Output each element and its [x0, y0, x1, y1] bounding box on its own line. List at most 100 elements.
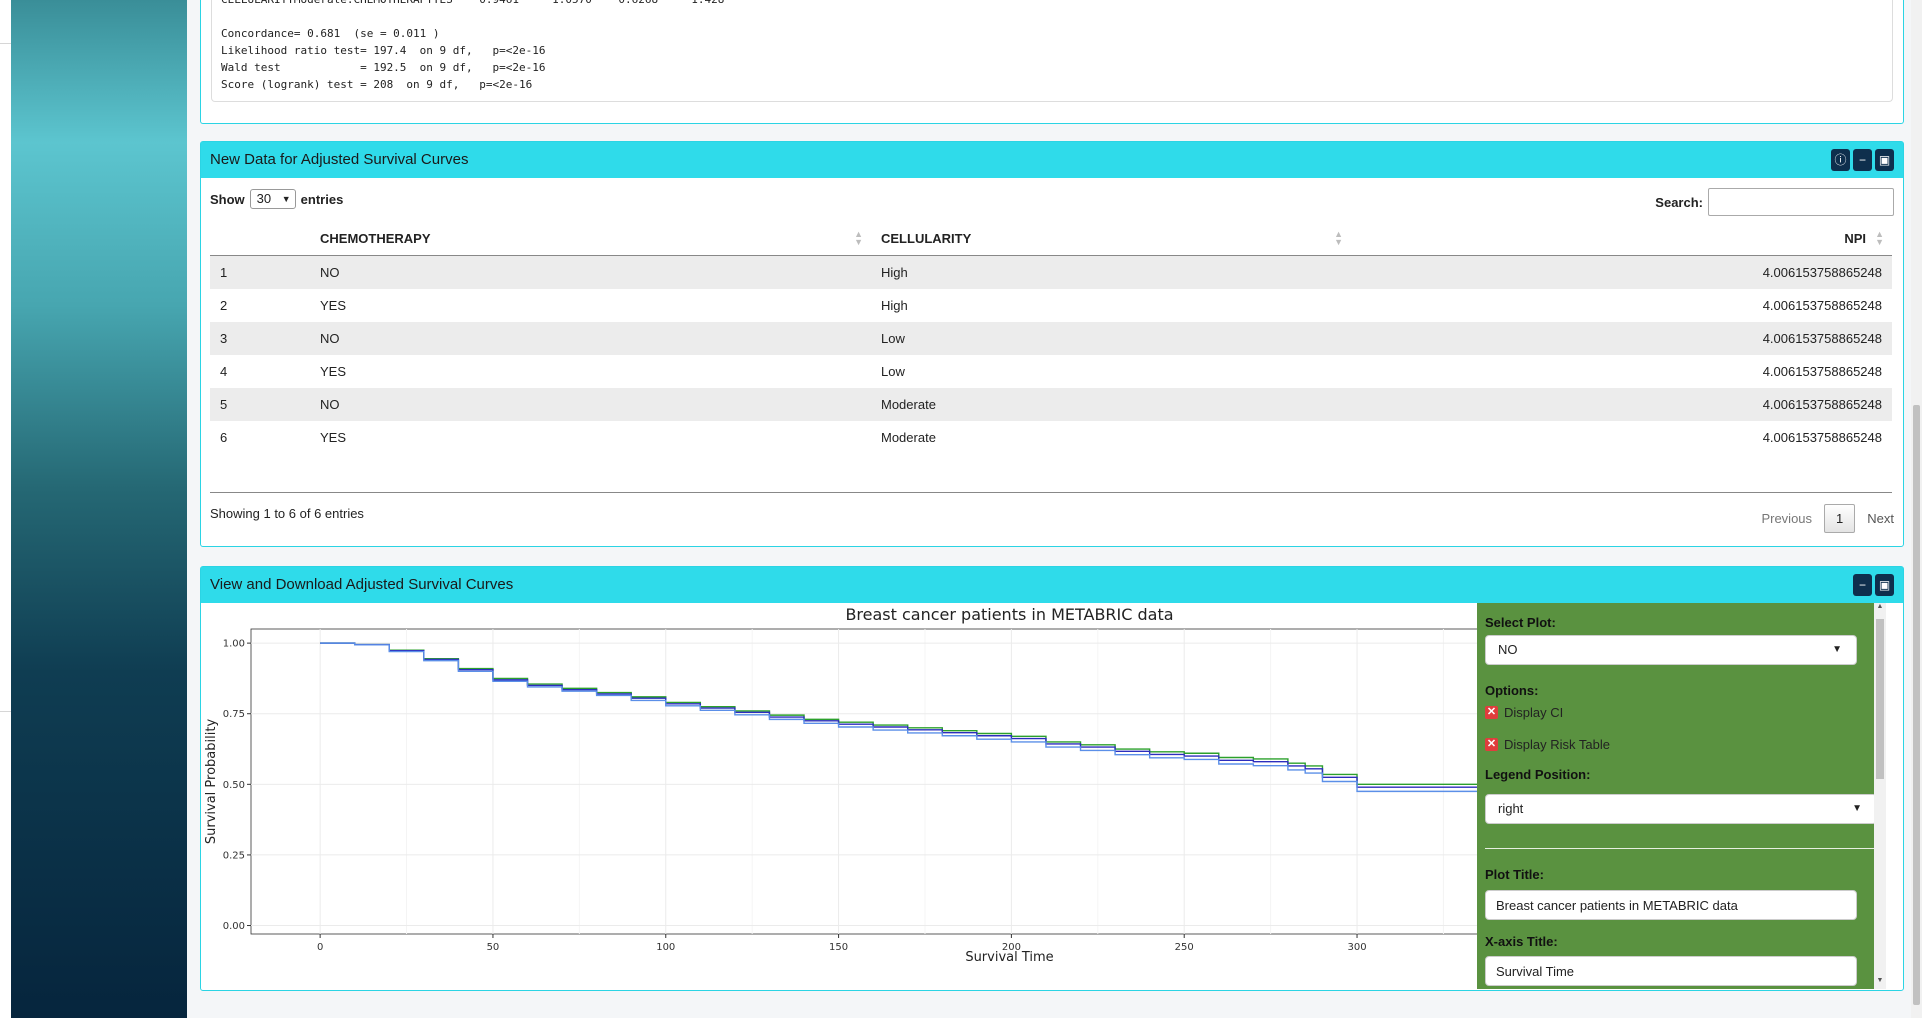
col-header-cellularity[interactable]: CELLULARITY ▲ ▼ [871, 221, 1351, 256]
y-tick-label: 0.50 [223, 780, 245, 791]
scroll-down-icon[interactable]: ▼ [1874, 977, 1886, 989]
x-tick-label: 300 [1347, 942, 1366, 953]
y-tick-label: 0.75 [223, 709, 245, 720]
length-control: Show 30 ▼ entries [210, 189, 343, 209]
select-plot-dropdown[interactable]: NO ▼ [1485, 635, 1857, 665]
collapse-icon[interactable]: − [1853, 149, 1872, 171]
panel-tools: − ▣ [1853, 574, 1894, 596]
cell-index: 4 [220, 364, 228, 379]
cell-chemotherapy: NO [310, 322, 871, 355]
left-strip [0, 0, 11, 1018]
table-row[interactable]: 1 NO High 4.006153758865248 [210, 255, 1892, 289]
cell-chemotherapy: YES [320, 364, 347, 379]
table-header-row: CHEMOTHERAPY ▲ ▼ CELLULARITY ▲ ▼ NPI ▲ ▼ [210, 221, 1892, 256]
new-data-panel: New Data for Adjusted Survival Curves ⓘ … [200, 141, 1904, 547]
sort-icon: ▲ ▼ [854, 229, 863, 247]
page-scrollbar[interactable] [1911, 0, 1922, 1018]
panel-tools: ⓘ − ▣ [1831, 149, 1894, 171]
maximize-icon[interactable]: ▣ [1875, 574, 1894, 596]
scroll-thumb[interactable] [1876, 619, 1884, 779]
search-input[interactable] [1708, 188, 1894, 216]
scroll-up-icon[interactable]: ▲ [1874, 603, 1886, 615]
cell-chemotherapy: YES [320, 430, 347, 445]
table-bottom-rule [210, 492, 1892, 493]
page-scroll-thumb[interactable] [1913, 405, 1920, 1005]
col-header-npi[interactable]: NPI ▲ ▼ [1351, 221, 1892, 256]
entries-select[interactable]: 30 ▼ [249, 189, 296, 209]
y-tick-label: 0.25 [223, 850, 245, 861]
cell-npi: 4.006153758865248 [1762, 430, 1882, 445]
previous-button[interactable]: Previous [1761, 511, 1812, 526]
plot-area [250, 628, 1478, 935]
cell-npi: 4.006153758865248 [1351, 255, 1892, 289]
select-plot-label: Select Plot: [1485, 615, 1556, 630]
data-table: CHEMOTHERAPY ▲ ▼ CELLULARITY ▲ ▼ NPI ▲ ▼ 1N… [210, 221, 1892, 454]
next-button[interactable]: Next [1867, 511, 1894, 526]
col-header-index [210, 221, 310, 256]
cell-cellularity: High [881, 298, 908, 313]
cell-chemotherapy: NO [310, 388, 871, 421]
console-box: CELLULARITYModerate:CHEMOTHERAPYYES 0.94… [211, 0, 1893, 102]
entries-value: 30 [256, 191, 272, 206]
divider [1485, 848, 1877, 849]
display-risk-table-checkbox[interactable]: ✕ Display Risk Table [1485, 737, 1610, 752]
sort-icon: ▲ ▼ [1334, 229, 1343, 247]
info-icon[interactable]: ⓘ [1831, 149, 1850, 171]
page-1-button[interactable]: 1 [1824, 504, 1856, 533]
col-header-chemotherapy[interactable]: CHEMOTHERAPY ▲ ▼ [310, 221, 871, 256]
y-tick-label: 1.00 [223, 639, 245, 650]
options-label: Options: [1485, 683, 1539, 698]
cell-npi: 4.006153758865248 [1351, 322, 1892, 355]
cell-index: 2 [220, 298, 228, 313]
chevron-down-icon: ▼ [1852, 803, 1862, 814]
search-control: Search: [1655, 188, 1894, 216]
cell-index: 6 [220, 430, 228, 445]
collapse-icon[interactable]: − [1853, 574, 1872, 596]
x-axis-title-input[interactable] [1485, 956, 1857, 986]
x-tick-label: 0 [317, 942, 323, 953]
panel-header: New Data for Adjusted Survival Curves ⓘ … [201, 142, 1903, 178]
chevron-down-icon: ▼ [1832, 644, 1842, 655]
maximize-icon[interactable]: ▣ [1875, 149, 1894, 171]
show-label: Show [210, 191, 245, 207]
table-row[interactable]: 2 YES High 4.006153758865248 [210, 289, 1892, 322]
table-row[interactable]: 6 YES Moderate 4.006153758865248 [210, 421, 1892, 454]
table-row[interactable]: 5 NO Moderate 4.006153758865248 [210, 388, 1892, 421]
unchecked-x-icon: ✕ [1485, 706, 1498, 719]
cell-chemotherapy: YES [320, 298, 347, 313]
cell-index: 5 [210, 388, 310, 421]
cell-cellularity: Moderate [881, 430, 936, 445]
survival-curves-panel: View and Download Adjusted Survival Curv… [200, 566, 1904, 991]
cell-cellularity: Low [871, 322, 1351, 355]
cell-cellularity: High [871, 255, 1351, 289]
x-tick-label: 150 [829, 942, 848, 953]
display-ci-checkbox[interactable]: ✕ Display CI [1485, 705, 1563, 720]
chevron-down-icon: ▼ [281, 194, 291, 204]
unchecked-x-icon: ✕ [1485, 738, 1498, 751]
cell-cellularity: Low [881, 364, 905, 379]
options-scrollbar[interactable]: ▲ ▼ [1874, 603, 1886, 989]
table-row[interactable]: 3 NO Low 4.006153758865248 [210, 322, 1892, 355]
chart-title: Breast cancer patients in METABRIC data [845, 605, 1173, 624]
panel-title: New Data for Adjusted Survival Curves [210, 151, 469, 168]
x-axis-title: Survival Time [965, 950, 1053, 965]
legend-position-dropdown[interactable]: right ▼ [1485, 794, 1877, 824]
x-tick-label: 100 [656, 942, 675, 953]
cell-npi: 4.006153758865248 [1351, 388, 1892, 421]
plot-title-input[interactable] [1485, 890, 1857, 920]
sidebar [11, 0, 187, 1018]
y-axis-title: Survival Probability [204, 719, 219, 845]
table-info: Showing 1 to 6 of 6 entries [210, 506, 364, 521]
console-text: CELLULARITYModerate:CHEMOTHERAPYYES 0.94… [221, 0, 724, 91]
search-label: Search: [1655, 194, 1703, 210]
plot-options-panel: Select Plot: NO ▼ Options: ✕ Display CI … [1477, 603, 1886, 989]
y-tick-label: 0.00 [223, 921, 245, 932]
cell-index: 1 [210, 255, 310, 289]
x-tick-label: 250 [1175, 942, 1194, 953]
entries-label: entries [300, 191, 344, 207]
cell-npi: 4.006153758865248 [1762, 298, 1882, 313]
table-row[interactable]: 4 YES Low 4.006153758865248 [210, 355, 1892, 388]
cell-index: 3 [210, 322, 310, 355]
pagination: Previous 1 Next [1761, 504, 1894, 533]
data-table-wrap: CHEMOTHERAPY ▲ ▼ CELLULARITY ▲ ▼ NPI ▲ ▼ 1N… [210, 221, 1892, 493]
